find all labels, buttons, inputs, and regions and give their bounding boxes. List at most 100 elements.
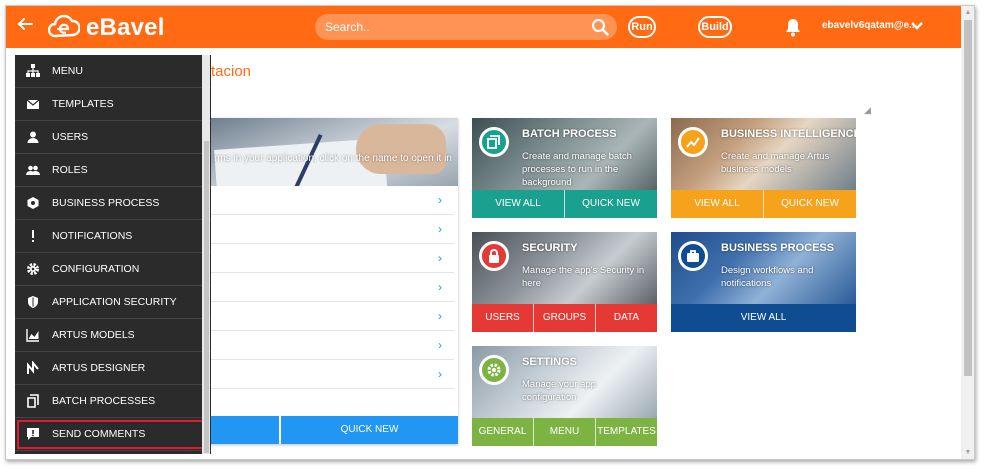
menu-item-configuration[interactable]: CONFIGURATION — [15, 253, 211, 286]
process-icon — [26, 196, 40, 210]
batch-tile-image: BATCH PROCESS Create and manage batch pr… — [472, 118, 657, 190]
sitemap-icon — [26, 64, 40, 78]
tile-description: Create and manage batch processes to run… — [522, 151, 632, 188]
tile-title: BUSINESS PROCESS — [721, 242, 835, 254]
chevron-right-icon: › — [438, 367, 442, 381]
bell-icon[interactable] — [784, 17, 802, 37]
chevron-right-icon: › — [438, 251, 442, 265]
page-title: tacion — [211, 63, 252, 80]
forms-card-image: rms in your application, click on the na… — [206, 118, 458, 186]
menu-item-menu[interactable]: MENU — [15, 55, 211, 88]
chevron-right-icon: › — [438, 193, 442, 207]
menu-item-label: APPLICATION SECURITY — [52, 296, 177, 308]
list-item[interactable]: › — [206, 186, 454, 215]
app-window: eBavel Run Build ebavelv6qatam@e... ▲ ▼ … — [5, 5, 975, 460]
tile-settings: SETTINGS Manage your app configuration G… — [472, 346, 657, 446]
bp-tile-image: BUSINESS PROCESS Design workflows and no… — [671, 232, 856, 304]
tile-title: BUSINESS INTELLIGENCE — [721, 128, 856, 140]
gear-icon — [479, 355, 509, 385]
menu-item-artus-designer[interactable]: ARTUS DESIGNER — [15, 352, 211, 385]
menu-item-batch-processes[interactable]: BATCH PROCESSES — [15, 385, 211, 418]
list-item[interactable]: › — [206, 331, 454, 360]
area-chart-icon — [26, 328, 40, 342]
search-input[interactable] — [325, 18, 575, 36]
exclamation-icon — [26, 229, 40, 243]
user-email[interactable]: ebavelv6qatam@e... — [822, 20, 917, 31]
settings-menu-button[interactable]: MENU — [533, 418, 595, 446]
list-item[interactable]: › — [206, 273, 454, 302]
list-item[interactable]: › — [206, 244, 454, 273]
menu-item-label: ARTUS DESIGNER — [52, 362, 146, 374]
chevron-right-icon: › — [438, 280, 442, 294]
chevron-right-icon: › — [438, 222, 442, 236]
security-groups-button[interactable]: GROUPS — [533, 304, 595, 332]
tile-business-process: BUSINESS PROCESS Design workflows and no… — [671, 232, 856, 332]
batch-quick-new-button[interactable]: QUICK NEW — [564, 190, 657, 218]
security-tile-image: SECURITY Manage the app's Security in he… — [472, 232, 657, 304]
menu-item-send-comments[interactable]: SEND COMMENTS — [15, 418, 211, 451]
tile-title: BATCH PROCESS — [522, 128, 617, 140]
line-chart-icon — [678, 127, 708, 157]
chevron-down-icon[interactable] — [910, 19, 924, 33]
view-all-button[interactable] — [206, 416, 279, 444]
back-arrow-icon[interactable] — [16, 15, 38, 37]
forms-card: rms in your application, click on the na… — [206, 118, 458, 444]
menu-item-label: NOTIFICATIONS — [52, 230, 133, 242]
batch-view-all-button[interactable]: VIEW ALL — [472, 190, 564, 218]
list-item[interactable]: › — [206, 302, 454, 331]
settings-templates-button[interactable]: TEMPLATES — [595, 418, 657, 446]
chevron-right-icon: › — [438, 309, 442, 323]
list-item[interactable]: › — [206, 360, 454, 389]
scroll-down-icon[interactable]: ▼ — [963, 448, 973, 458]
menu-item-label: ARTUS MODELS — [52, 329, 135, 341]
bi-view-all-button[interactable]: VIEW ALL — [671, 190, 763, 218]
bp-view-all-button[interactable]: VIEW ALL — [671, 304, 856, 332]
menu-item-label: BATCH PROCESSES — [52, 395, 156, 407]
lock-icon — [479, 241, 509, 271]
menu-scrollbar-thumb[interactable] — [204, 141, 209, 453]
bi-tile-image: BUSINESS INTELLIGENCE Create and manage … — [671, 118, 856, 190]
tile-title: SETTINGS — [522, 356, 578, 368]
menu-item-label: BUSINESS PROCESS — [52, 197, 160, 209]
menu-item-label: SEND COMMENTS — [52, 428, 146, 440]
briefcase-icon — [678, 241, 708, 271]
menu-item-templates[interactable]: TEMPLATES — [15, 88, 211, 121]
tile-description: Manage your app configuration — [522, 379, 596, 403]
forms-card-text: rms in your application, click on the na… — [214, 153, 452, 164]
tile-title: SECURITY — [522, 242, 578, 254]
bi-quick-new-button[interactable]: QUICK NEW — [763, 190, 856, 218]
menu-item-artus-models[interactable]: ARTUS MODELS — [15, 319, 211, 352]
tile-description: Create and manage Artus business models — [721, 151, 830, 175]
tile-description: Design workflows and notifications — [721, 265, 814, 289]
batch-icon — [26, 394, 40, 408]
settings-general-button[interactable]: GENERAL — [472, 418, 533, 446]
search-bar — [315, 14, 617, 40]
gear-icon — [26, 262, 40, 276]
menu-item-users[interactable]: USERS — [15, 121, 211, 154]
quick-new-button[interactable]: QUICK NEW — [281, 416, 458, 444]
scroll-up-icon[interactable]: ▲ — [963, 8, 973, 18]
menu-item-notifications[interactable]: NOTIFICATIONS — [15, 220, 211, 253]
menu-item-label: MENU — [52, 65, 83, 77]
run-button[interactable]: Run — [628, 16, 656, 38]
settings-tile-image: SETTINGS Manage your app configuration — [472, 346, 657, 418]
menu-item-application-security[interactable]: APPLICATION SECURITY — [15, 286, 211, 319]
tile-batch-process: BATCH PROCESS Create and manage batch pr… — [472, 118, 657, 218]
resize-grip-icon[interactable]: ◢ — [864, 105, 874, 115]
menu-item-business-process[interactable]: BUSINESS PROCESS — [15, 187, 211, 220]
top-bar: eBavel Run Build ebavelv6qatam@e... — [6, 6, 961, 48]
users-icon — [26, 163, 40, 177]
tile-description: Manage the app's Security in here — [522, 265, 645, 289]
page-scrollbar-thumb[interactable] — [964, 20, 972, 376]
list-item[interactable]: › — [206, 215, 454, 244]
comment-icon — [26, 427, 40, 441]
build-button[interactable]: Build — [698, 16, 732, 38]
brand-name: eBavel — [86, 14, 165, 41]
search-icon[interactable] — [591, 18, 609, 36]
security-data-button[interactable]: DATA — [595, 304, 657, 332]
menu-item-roles[interactable]: ROLES — [15, 154, 211, 187]
tile-business-intelligence: BUSINESS INTELLIGENCE Create and manage … — [671, 118, 856, 218]
security-users-button[interactable]: USERS — [472, 304, 533, 332]
chevron-right-icon: › — [438, 338, 442, 352]
side-menu: MENU TEMPLATES USERS ROLES BUSINESS PROC… — [15, 55, 211, 454]
